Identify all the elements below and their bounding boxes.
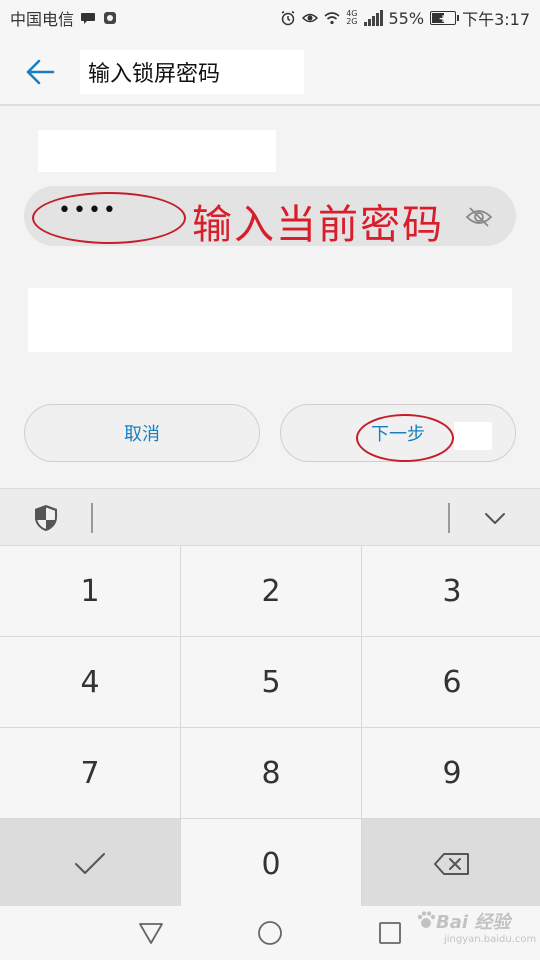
battery-percent: 55% (388, 8, 425, 28)
password-value: •••• (58, 198, 118, 223)
recents-square-icon[interactable] (375, 918, 405, 948)
app-notification-icon (104, 12, 117, 24)
network-type: 4G 2G (346, 10, 357, 26)
battery-icon: + (430, 11, 460, 25)
backspace-key[interactable] (362, 819, 540, 909)
checkmark-icon (75, 853, 105, 874)
key-2[interactable]: 2 (181, 546, 361, 636)
system-nav-bar (0, 906, 540, 960)
blank-message-area (28, 288, 512, 352)
key-1[interactable]: 1 (0, 546, 180, 636)
back-arrow-icon (26, 59, 55, 85)
eye-comfort-icon (302, 13, 319, 23)
key-6[interactable]: 6 (362, 637, 540, 727)
key-9[interactable]: 9 (362, 728, 540, 818)
chevron-down-icon[interactable] (480, 505, 510, 531)
key-7[interactable]: 7 (0, 728, 180, 818)
password-input[interactable]: •••• (24, 186, 516, 246)
battery-charging-glyph: + (438, 11, 448, 25)
next-button-mask (454, 422, 492, 450)
wifi-icon (324, 12, 340, 25)
key-8[interactable]: 8 (181, 728, 361, 818)
carrier-name: 中国电信 (10, 10, 75, 29)
toolbar-divider (91, 503, 93, 533)
password-form: •••• 输入当前密码 取消 下一步 (0, 106, 540, 488)
numeric-keypad: 1 2 3 4 5 6 7 8 9 0 (0, 546, 540, 909)
keyboard-toolbar (0, 488, 540, 546)
toolbar-divider (448, 503, 450, 533)
app-header: 输入锁屏密码 (0, 36, 540, 106)
status-bar: 中国电信 4G 2G 55% + 下午3:17 (0, 0, 540, 36)
clock: 下午3:17 (462, 10, 530, 29)
alarm-icon (281, 10, 295, 26)
signal-icon (363, 10, 383, 26)
status-bar-left: 中国电信 (10, 6, 118, 30)
home-circle-icon[interactable] (255, 918, 285, 948)
network-type-bottom: 2G (346, 17, 358, 26)
show-password-icon[interactable] (464, 202, 494, 232)
confirm-key[interactable] (0, 819, 180, 909)
back-triangle-icon[interactable] (136, 918, 166, 948)
page-title: 输入锁屏密码 (80, 50, 304, 94)
message-icon (81, 13, 96, 24)
back-button[interactable] (20, 52, 60, 92)
key-3[interactable]: 3 (362, 546, 540, 636)
key-0[interactable]: 0 (181, 819, 361, 909)
backspace-icon (434, 853, 469, 875)
blank-hint-area (38, 130, 276, 172)
key-5[interactable]: 5 (181, 637, 361, 727)
key-4[interactable]: 4 (0, 637, 180, 727)
secure-keyboard-shield-icon (35, 505, 57, 531)
cancel-button[interactable]: 取消 (24, 404, 260, 462)
status-bar-right: 4G 2G 55% + 下午3:17 (280, 6, 530, 30)
